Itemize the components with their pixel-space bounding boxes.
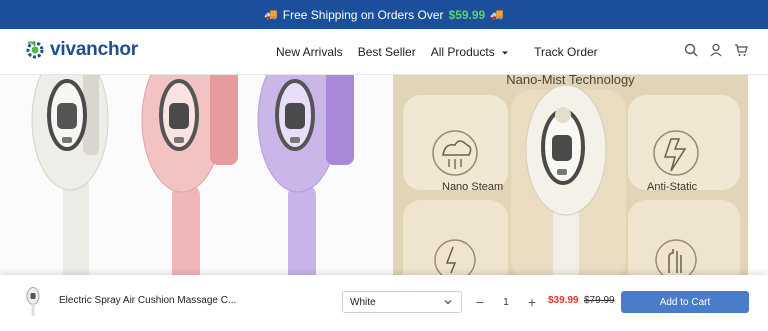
header-icons (684, 43, 748, 57)
feature-nano-steam-label: Nano Steam (442, 181, 504, 193)
nav-track-order[interactable]: Track Order (534, 45, 598, 59)
increase-quantity-button[interactable]: + (524, 294, 540, 310)
decrease-quantity-button[interactable]: − (472, 294, 488, 310)
banner-title: Nano-Mist Technology (506, 75, 635, 87)
hero-margin (748, 75, 768, 275)
variant-select[interactable]: White (342, 291, 462, 313)
nav-new-arrivals[interactable]: New Arrivals (276, 45, 343, 59)
announcement-bar: 🚚 Free Shipping on Orders Over $59.99 🚚 (0, 0, 768, 29)
brush-lineup-illustration (31, 75, 354, 275)
truck-icon: 🚚 (264, 9, 278, 21)
product-name: Electric Spray Air Cushion Massage C... (59, 295, 237, 306)
sale-price: $39.99 (548, 295, 579, 306)
main-nav: New Arrivals Best Seller All Products Tr… (276, 45, 598, 59)
nav-all-products[interactable]: All Products (431, 45, 509, 59)
announcement-price: $59.99 (448, 7, 486, 22)
hero-product-image (0, 75, 393, 275)
feature-anti-static-label: Anti-Static (647, 181, 698, 193)
nav-all-products-label: All Products (430, 45, 495, 59)
feature-banner: Nano-Mist Technology Nano Steam Anti-Sta… (393, 75, 748, 275)
announcement-text: Free Shipping on Orders Over (282, 7, 444, 22)
chevron-down-icon (444, 300, 452, 305)
logo[interactable]: vivanchor (24, 39, 138, 61)
account-icon[interactable] (709, 43, 723, 57)
cart-icon[interactable] (734, 43, 748, 57)
quantity-value[interactable]: 1 (503, 297, 509, 308)
add-to-cart-button[interactable]: Add to Cart (621, 291, 749, 313)
sticky-add-to-cart-bar: Electric Spray Air Cushion Massage C... … (0, 275, 768, 331)
caret-down-icon (502, 51, 509, 55)
quantity-stepper: − 1 + (472, 291, 540, 313)
variant-selected-value: White (350, 297, 376, 308)
site-header: vivanchor New Arrivals Best Seller All P… (0, 29, 768, 75)
gear-leaf-logo-icon (26, 41, 44, 59)
nav-best-seller[interactable]: Best Seller (358, 45, 416, 59)
logo-text: vivanchor (50, 39, 138, 60)
search-icon[interactable] (684, 43, 698, 57)
truck-icon: 🚚 (490, 9, 504, 21)
add-to-cart-label: Add to Cart (659, 296, 711, 308)
cushion-background-illustration (393, 75, 748, 275)
product-thumbnail (26, 287, 40, 316)
original-price: $79.99 (584, 295, 615, 306)
